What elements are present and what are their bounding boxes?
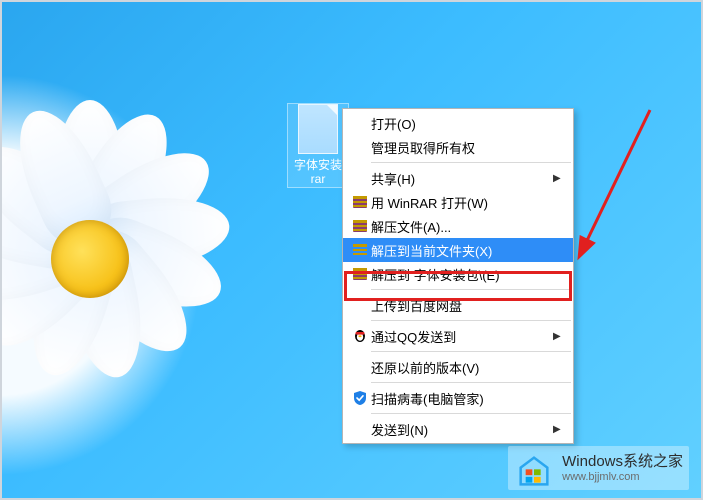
- context-menu: 打开(O)管理员取得所有权共享(H)▶用 WinRAR 打开(W)解压文件(A)…: [342, 108, 574, 444]
- menu-item-label: 上传到百度网盘: [371, 296, 553, 315]
- menu-item-17[interactable]: 发送到(N)▶: [343, 417, 573, 441]
- menu-item-label: 扫描病毒(电脑管家): [371, 389, 553, 408]
- menu-separator: [371, 351, 571, 352]
- menu-item-label: 打开(O): [371, 114, 553, 133]
- submenu-arrow-icon: ▶: [553, 424, 563, 435]
- menu-item-13[interactable]: 还原以前的版本(V): [343, 355, 573, 379]
- menu-item-15[interactable]: 扫描病毒(电脑管家): [343, 386, 573, 410]
- menu-item-1[interactable]: 管理员取得所有权: [343, 135, 573, 159]
- menu-item-label: 通过QQ发送到: [371, 327, 553, 346]
- menu-item-label: 发送到(N): [371, 420, 553, 439]
- file-rar-selected[interactable]: 字体安装 rar: [288, 104, 348, 187]
- windows-logo-icon: [514, 450, 554, 486]
- menu-item-label: 解压到 字体安装包\(E): [371, 265, 553, 284]
- menu-item-4[interactable]: 用 WinRAR 打开(W): [343, 190, 573, 214]
- menu-separator: [371, 162, 571, 163]
- desktop[interactable]: 字体安装 rar 打开(O)管理员取得所有权共享(H)▶用 WinRAR 打开(…: [0, 0, 703, 500]
- menu-item-7[interactable]: 解压到 字体安装包\(E): [343, 262, 573, 286]
- menu-item-label: 解压文件(A)...: [371, 217, 553, 236]
- menu-item-0[interactable]: 打开(O): [343, 111, 573, 135]
- file-label-line2: rar: [288, 172, 348, 186]
- watermark: Windows系统之家 www.bjjmlv.com: [508, 446, 689, 490]
- menu-item-label: 管理员取得所有权: [371, 138, 553, 157]
- menu-separator: [371, 382, 571, 383]
- menu-separator: [371, 413, 571, 414]
- wallpaper-flower: [0, 110, 220, 370]
- watermark-title: Windows系统之家: [562, 454, 683, 469]
- menu-item-label: 解压到当前文件夹(X): [371, 241, 553, 260]
- qq-icon: [349, 328, 371, 344]
- menu-item-label: 共享(H): [371, 169, 553, 188]
- submenu-arrow-icon: ▶: [553, 173, 563, 184]
- rar-icon: [349, 266, 371, 282]
- rar-icon: [349, 218, 371, 234]
- menu-item-3[interactable]: 共享(H)▶: [343, 166, 573, 190]
- menu-separator: [371, 289, 571, 290]
- watermark-url: www.bjjmlv.com: [562, 472, 683, 483]
- rar-blue-icon: [349, 242, 371, 258]
- menu-item-6[interactable]: 解压到当前文件夹(X): [343, 238, 573, 262]
- file-label-line1: 字体安装: [288, 158, 348, 172]
- shield-icon: [349, 390, 371, 406]
- submenu-arrow-icon: ▶: [553, 331, 563, 342]
- rar-icon: [349, 194, 371, 210]
- menu-item-label: 用 WinRAR 打开(W): [371, 193, 553, 212]
- menu-separator: [371, 320, 571, 321]
- menu-item-label: 还原以前的版本(V): [371, 358, 553, 377]
- menu-item-11[interactable]: 通过QQ发送到▶: [343, 324, 573, 348]
- menu-item-5[interactable]: 解压文件(A)...: [343, 214, 573, 238]
- menu-item-9[interactable]: 上传到百度网盘: [343, 293, 573, 317]
- rar-file-icon: [298, 104, 338, 154]
